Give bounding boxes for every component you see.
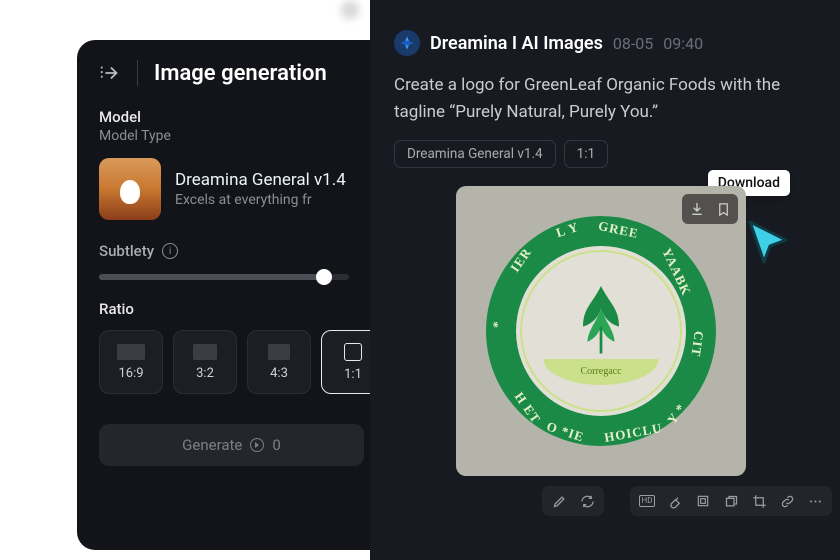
hd-badge[interactable]: HD bbox=[638, 492, 656, 510]
edit-icon[interactable] bbox=[550, 492, 568, 510]
collapse-icon[interactable] bbox=[99, 62, 121, 84]
info-icon[interactable]: i bbox=[162, 243, 178, 259]
model-description: Excels at everything fr bbox=[175, 192, 346, 208]
crop-icon[interactable] bbox=[750, 492, 768, 510]
subtlety-label: Subtlety bbox=[99, 242, 154, 260]
generate-label: Generate bbox=[182, 436, 242, 454]
generate-cost: 0 bbox=[272, 436, 280, 454]
generate-button[interactable]: Generate 0 bbox=[99, 424, 364, 466]
model-thumbnail bbox=[99, 158, 161, 220]
download-icon[interactable] bbox=[686, 198, 708, 220]
ratio-3-2[interactable]: 3:2 bbox=[173, 330, 237, 394]
chip-ratio[interactable]: 1:1 bbox=[564, 140, 608, 168]
result-panel: Dreamina I AI Images 08-05 09:40 Create … bbox=[370, 0, 840, 560]
toolbar-group-right: HD bbox=[630, 486, 832, 516]
divider bbox=[137, 60, 138, 86]
result-toolbar: HD bbox=[542, 486, 746, 516]
generated-image[interactable]: Corregacc L Y GREE IER YAABK * CIT H ET … bbox=[456, 186, 746, 476]
erase-icon[interactable] bbox=[666, 492, 684, 510]
meta-chips: Dreamina General v1.4 1:1 bbox=[370, 126, 840, 168]
model-name: Dreamina General v1.4 bbox=[175, 170, 346, 190]
bookmark-icon[interactable] bbox=[712, 198, 734, 220]
slider-fill bbox=[99, 274, 324, 280]
image-overlay-actions bbox=[682, 194, 738, 224]
dreamina-logo-icon bbox=[394, 30, 420, 56]
chip-model[interactable]: Dreamina General v1.4 bbox=[394, 140, 556, 168]
slider-handle[interactable] bbox=[316, 269, 332, 285]
layers-icon[interactable] bbox=[722, 492, 740, 510]
logo-seal: Corregacc L Y GREE IER YAABK * CIT H ET … bbox=[486, 216, 716, 446]
result-title: Dreamina I AI Images bbox=[430, 33, 603, 54]
cursor-pointer-icon bbox=[742, 216, 794, 268]
result-header: Dreamina I AI Images 08-05 09:40 bbox=[370, 0, 840, 62]
result-time: 09:40 bbox=[663, 34, 703, 53]
result-wrap: Download Corregacc L Y GREE IER YAABK * … bbox=[456, 186, 746, 516]
subtlety-slider[interactable] bbox=[99, 274, 349, 280]
prompt-text: Create a logo for GreenLeaf Organic Food… bbox=[370, 62, 840, 126]
frame-icon[interactable] bbox=[694, 492, 712, 510]
more-icon[interactable] bbox=[806, 492, 824, 510]
ratio-4-3[interactable]: 4:3 bbox=[247, 330, 311, 394]
seal-text: L Y GREE IER YAABK * CIT H ET Y * O *IE … bbox=[486, 216, 716, 446]
coin-icon bbox=[250, 438, 264, 452]
result-date: 08-05 bbox=[613, 34, 653, 53]
ratio-16-9[interactable]: 16:9 bbox=[99, 330, 163, 394]
toolbar-group-left bbox=[542, 486, 604, 516]
refresh-icon[interactable] bbox=[578, 492, 596, 510]
link-icon[interactable] bbox=[778, 492, 796, 510]
panel-title: Image generation bbox=[154, 61, 327, 86]
